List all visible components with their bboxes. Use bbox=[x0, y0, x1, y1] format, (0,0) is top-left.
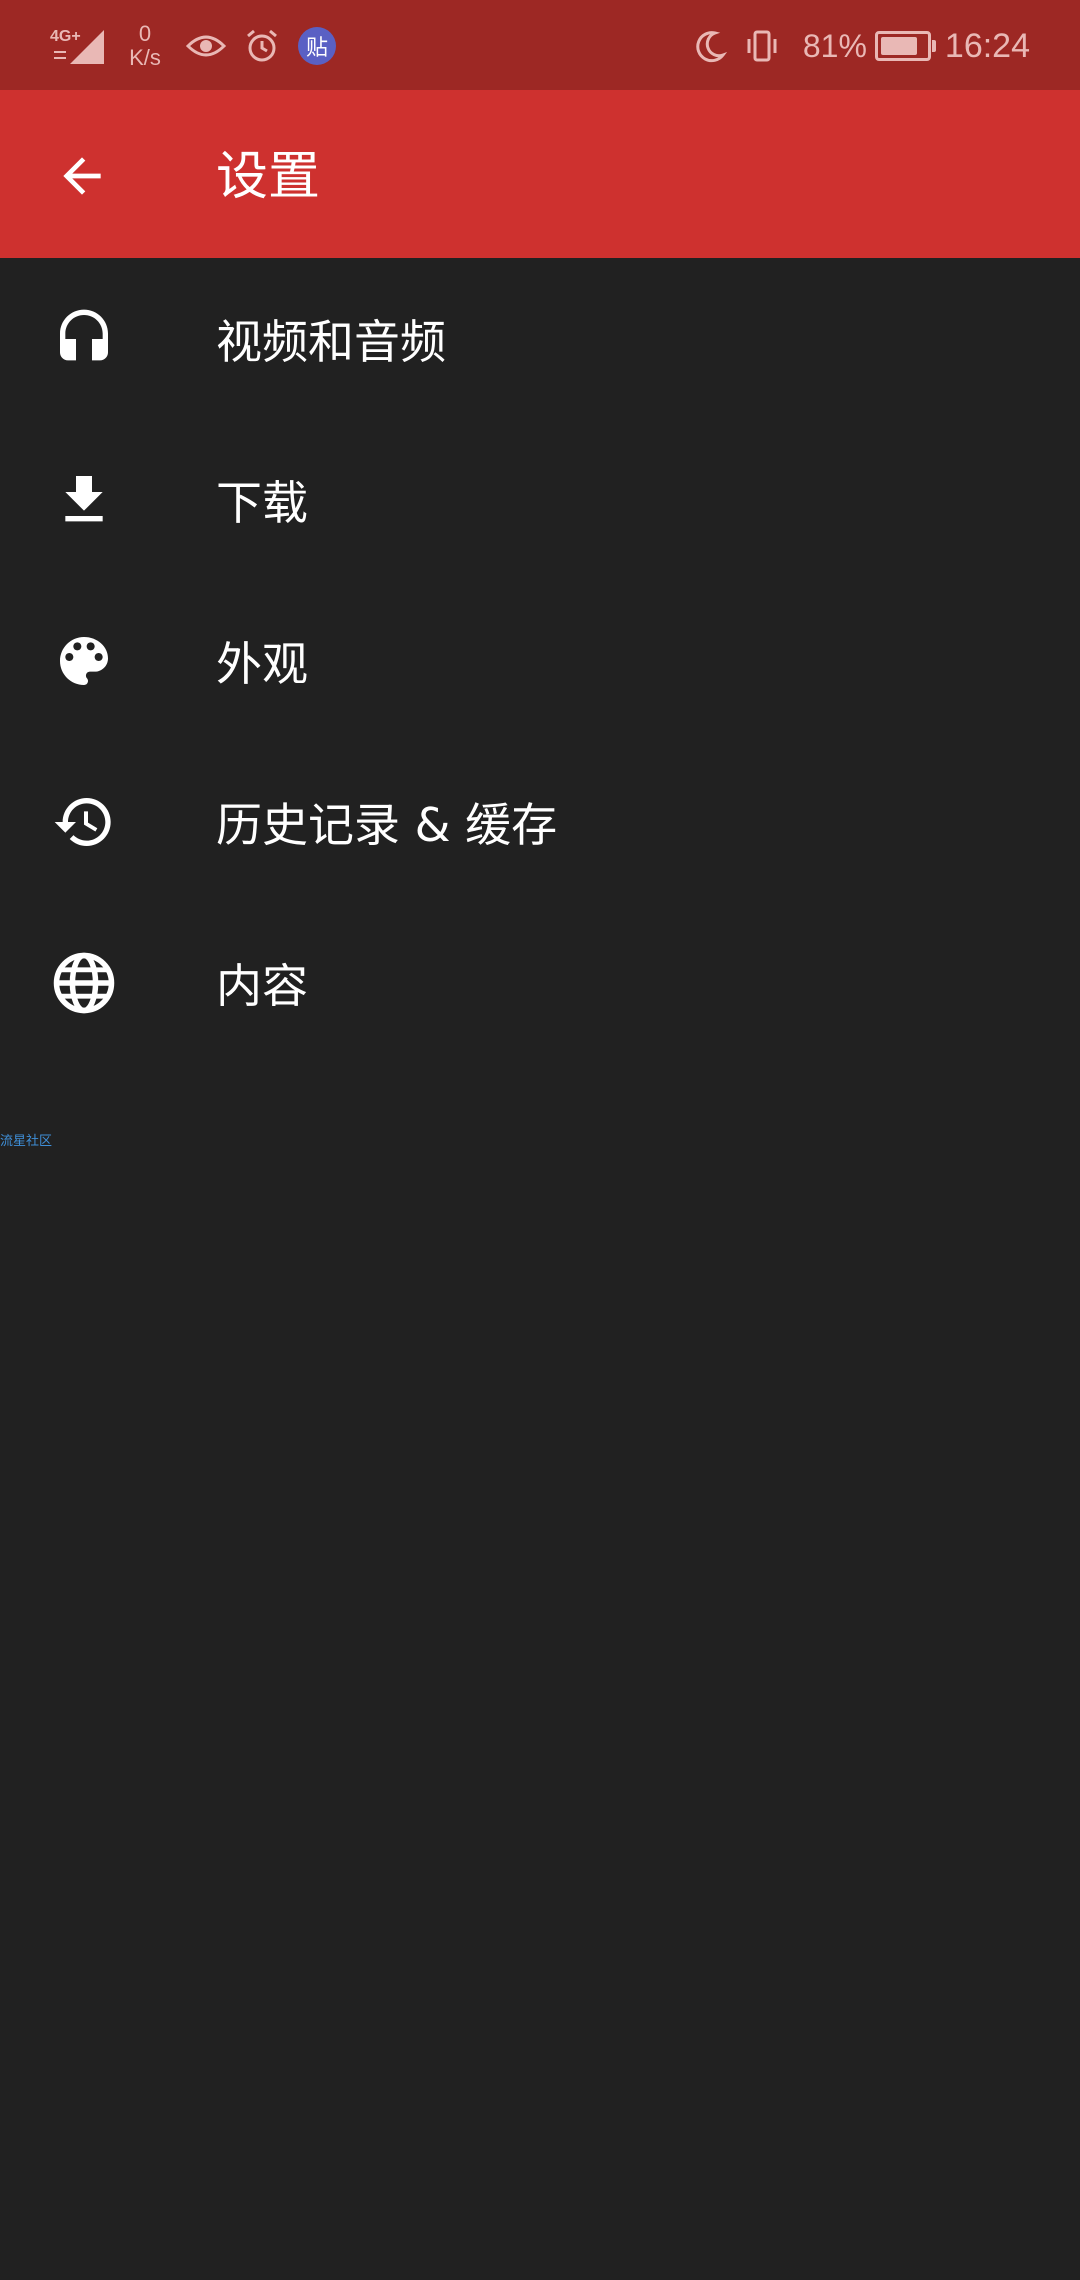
status-bar: 4G+ 0 K/s 贴 81% 16:24 bbox=[0, 0, 1080, 90]
settings-item-label: 历史记录 & 缓存 bbox=[216, 797, 558, 852]
speed-unit: K/s bbox=[129, 45, 161, 70]
download-icon bbox=[50, 466, 118, 534]
watermark: 流星社区 bbox=[0, 1134, 53, 1149]
battery-fill bbox=[880, 37, 917, 55]
page-title: 设置 bbox=[216, 147, 321, 207]
eye-icon bbox=[186, 35, 226, 57]
settings-item-label: 下载 bbox=[216, 475, 308, 530]
status-bar-left: 4G+ 0 K/s 贴 bbox=[50, 18, 336, 74]
settings-item-label: 视频和音频 bbox=[216, 314, 446, 369]
tieba-icon: 贴 bbox=[298, 27, 336, 65]
settings-item-appearance[interactable]: 外观 bbox=[0, 580, 1080, 741]
back-button[interactable] bbox=[40, 134, 124, 218]
network-speed: 0 K/s bbox=[124, 22, 166, 70]
settings-item-download[interactable]: 下载 bbox=[0, 419, 1080, 580]
moon-icon bbox=[696, 31, 727, 63]
settings-list: 视频和音频 下载 外观 历史记录 & 缓存 内容 bbox=[0, 258, 1080, 1063]
headphones-icon bbox=[50, 305, 118, 373]
vibrate-icon bbox=[747, 30, 777, 62]
battery-icon bbox=[874, 31, 936, 61]
arrow-back-icon bbox=[63, 157, 101, 195]
battery-percent: 81% bbox=[802, 27, 867, 64]
settings-item-label: 内容 bbox=[216, 958, 308, 1013]
palette-icon bbox=[50, 627, 118, 695]
settings-item-content[interactable]: 内容 bbox=[0, 902, 1080, 1063]
clock: 16:24 bbox=[944, 26, 1030, 65]
status-bar-right: 81% 16:24 bbox=[693, 18, 1030, 74]
alarm-icon bbox=[247, 29, 277, 62]
settings-item-video-audio[interactable]: 视频和音频 bbox=[0, 258, 1080, 419]
speed-value: 0 bbox=[138, 21, 152, 46]
app-bar: 设置 bbox=[0, 90, 1080, 258]
settings-item-history-cache[interactable]: 历史记录 & 缓存 bbox=[0, 741, 1080, 902]
globe-icon bbox=[50, 949, 118, 1017]
settings-item-label: 外观 bbox=[216, 636, 308, 691]
signal-icon: 4G+ bbox=[50, 24, 108, 68]
history-icon bbox=[50, 788, 118, 856]
